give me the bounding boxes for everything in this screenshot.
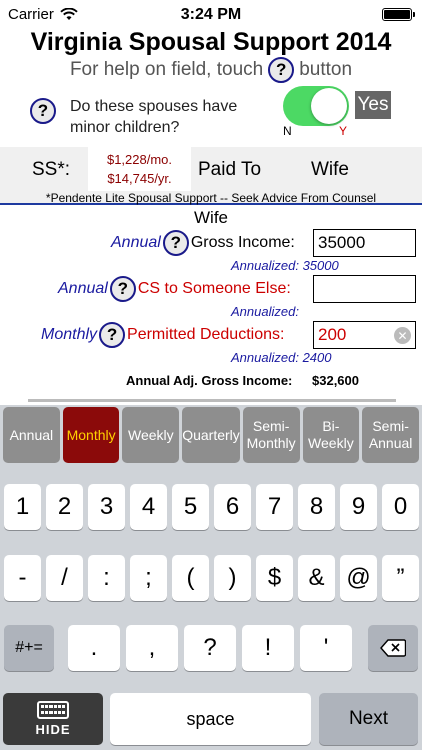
key-comma[interactable]: , [126,625,178,671]
freq-semi-annual[interactable]: Semi- Annual [362,407,419,463]
support-amount: $1,228/mo. $14,745/yr. [88,147,191,191]
support-footnote: *Pendente Lite Spousal Support -- Seek A… [45,191,377,205]
minor-children-toggle[interactable] [283,86,349,126]
key-4[interactable]: 4 [130,484,167,530]
gross-income-annualized: Annualized: 35000 [231,258,339,273]
space-key[interactable]: space [110,693,311,745]
freq-monthly[interactable]: Monthly [62,407,120,463]
deductions-label: Permitted Deductions: [127,326,285,343]
adjusted-gross-income-value: $32,600 [312,373,359,388]
hide-keyboard-button[interactable]: HIDE [3,693,103,745]
support-monthly: $1,228/mo. [106,152,173,167]
deductions-input[interactable]: 200 ✕ [313,321,416,349]
help-icon: ? [268,57,295,83]
freq-annual[interactable]: Annual [3,407,60,463]
section-title: Wife [194,208,228,227]
clear-icon[interactable]: ✕ [394,327,411,344]
toggle-y-label: Y [339,124,348,138]
freq-weekly[interactable]: Weekly [122,407,180,463]
gross-income-help-button[interactable]: ? [162,230,189,256]
key-ampersand[interactable]: & [298,555,335,601]
help-prefix: For help on field, touch [69,59,264,80]
cs-label: CS to Someone Else: [137,280,291,297]
backspace-icon [380,639,406,657]
next-key[interactable]: Next [319,693,418,745]
help-line: For help on field, touch ? button [0,57,422,83]
cs-input[interactable] [313,275,416,303]
toggle-n-label: N [283,124,292,138]
deductions-help-button[interactable]: ? [99,322,126,348]
key-6[interactable]: 6 [214,484,251,530]
divider [28,399,396,402]
gross-income-label: Gross Income: [190,234,295,251]
gross-income-input[interactable]: 35000 [313,229,416,257]
key-2[interactable]: 2 [46,484,83,530]
key-apostrophe[interactable]: ' [300,625,352,671]
battery-icon [382,8,415,21]
cs-frequency: Annual [58,280,108,297]
frequency-selector: Annual Monthly Weekly Quarterly Semi- Mo… [0,407,422,463]
key-8[interactable]: 8 [298,484,335,530]
key-more-symbols[interactable]: #+= [4,625,54,671]
key-at[interactable]: @ [340,555,377,601]
deductions-label-row: Monthly ? Permitted Deductions: [41,322,284,348]
gross-income-frequency: Annual [111,234,161,251]
backspace-key[interactable] [368,625,418,671]
cs-annualized-label: Annualized: [231,304,299,319]
support-yearly: $14,745/yr. [107,171,172,186]
minor-children-help-button[interactable]: ? [30,98,56,124]
key-semicolon[interactable]: ; [130,555,167,601]
key-colon[interactable]: : [88,555,125,601]
gross-income-annualized-label: Annualized: [231,258,299,273]
key-7[interactable]: 7 [256,484,293,530]
minor-children-value: Yes [355,91,391,119]
help-suffix: button [299,59,353,80]
deductions-annualized: Annualized: 2400 [231,350,332,365]
app-title: Virginia Spousal Support 2014 [30,28,392,56]
hide-keyboard-label: HIDE [35,722,71,737]
deductions-frequency: Monthly [41,326,98,343]
minor-children-question: Do these spouses have minor children? [70,98,238,136]
key-3[interactable]: 3 [88,484,125,530]
gross-income-label-row: Annual ? Gross Income: [111,230,295,256]
status-bar: Carrier 3:24 PM [0,0,422,30]
key-1[interactable]: 1 [4,484,41,530]
key-quote[interactable]: ” [382,555,419,601]
paid-to-label: Paid To [198,159,262,180]
key-5[interactable]: 5 [172,484,209,530]
key-open-paren[interactable]: ( [172,555,209,601]
key-9[interactable]: 9 [340,484,377,530]
cs-annualized: Annualized: [231,304,299,319]
deductions-annualized-label: Annualized: [231,350,299,365]
deductions-annualized-value: 2400 [302,350,332,365]
clock-time: 3:24 PM [180,6,242,23]
gross-income-annualized-value: 35000 [302,258,339,273]
support-summary: SS*: $1,228/mo. $14,745/yr. Paid To Wife… [0,147,422,205]
key-0[interactable]: 0 [382,484,419,530]
key-dollar[interactable]: $ [256,555,293,601]
cs-help-button[interactable]: ? [109,276,136,302]
deductions-input-value: 200 [318,325,347,344]
toggle-knob[interactable] [311,88,347,124]
key-exclamation[interactable]: ! [242,625,294,671]
freq-bi-weekly[interactable]: Bi- Weekly [302,407,360,463]
support-label: SS*: [32,159,71,180]
freq-semi-monthly[interactable]: Semi- Monthly [242,407,300,463]
paid-to-value: Wife [311,159,349,180]
key-close-paren[interactable]: ) [214,555,251,601]
key-period[interactable]: . [68,625,120,671]
freq-quarterly[interactable]: Quarterly [182,407,240,463]
key-question[interactable]: ? [184,625,236,671]
keyboard-icon [37,701,69,719]
cs-label-row: Annual ? CS to Someone Else: [58,276,291,302]
adjusted-gross-income-label: Annual Adj. Gross Income: [126,373,293,388]
key-hyphen[interactable]: - [4,555,41,601]
key-slash[interactable]: / [46,555,83,601]
